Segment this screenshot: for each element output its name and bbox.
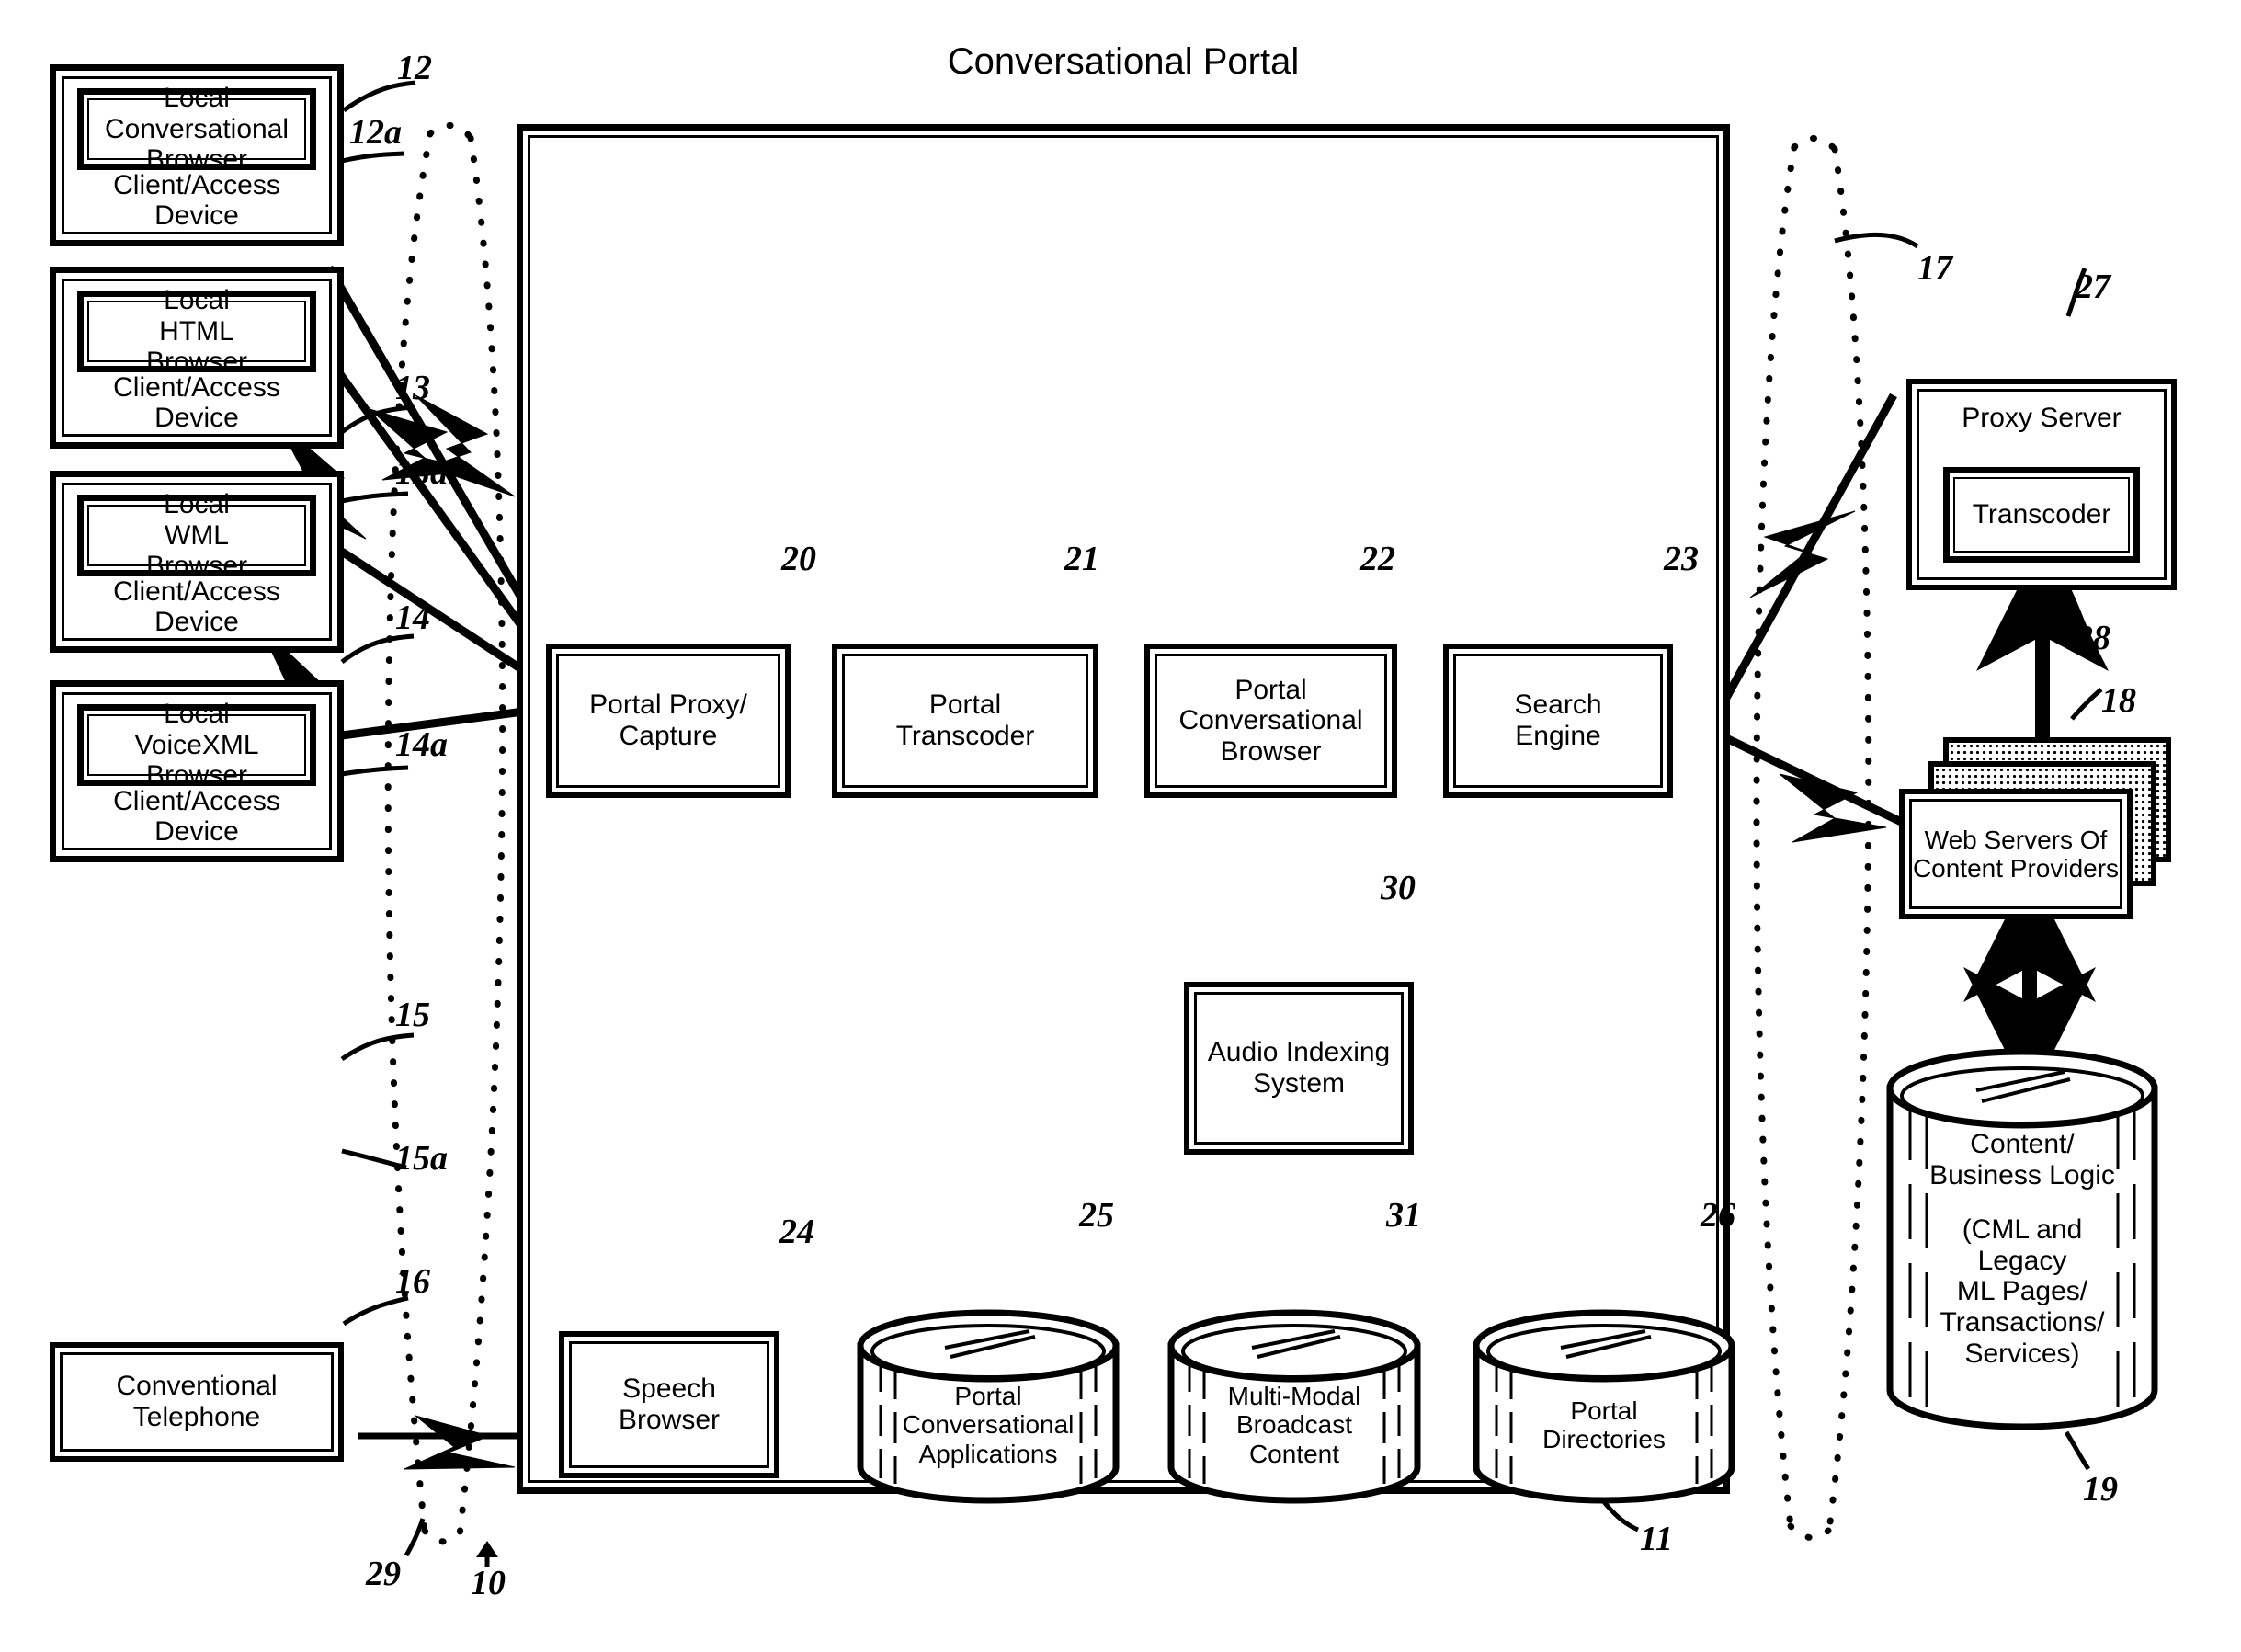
portal-conversational-browser-label: Portal Conversational Browser — [1178, 674, 1363, 767]
local-wml-browser[interactable]: Local WML Browser — [77, 489, 316, 581]
portal-transcoder-block[interactable]: Portal Transcoder — [832, 644, 1098, 798]
content-business-logic-db[interactable]: Content/ Business Logic (CML and Legacy … — [1884, 1048, 2160, 1434]
ref-16: 16 — [395, 1262, 430, 1301]
speech-browser-block[interactable]: Speech Browser — [559, 1331, 779, 1478]
content-store-line5: Transactions/ — [1940, 1306, 2105, 1338]
web-servers-label: Web Servers Of Content Providers — [1912, 825, 2120, 883]
client-device-voicexml[interactable]: Local VoiceXML Browser Client/Access Device — [50, 680, 344, 862]
proxy-server-label: Proxy Server — [1962, 403, 2122, 433]
ref-10: 10 — [471, 1564, 506, 1602]
transcoder-label: Transcoder — [1972, 499, 2111, 530]
ref-28: 28 — [2076, 619, 2110, 657]
rf-link-proxy-server — [1717, 393, 1897, 711]
content-store-line1: Content/ — [1970, 1129, 2075, 1159]
ref-17: 17 — [1917, 249, 1952, 288]
conversational-portal-frame — [517, 124, 1730, 1494]
ref-25: 25 — [1079, 1196, 1114, 1235]
ref-13a: 13a — [395, 453, 448, 492]
ref-18: 18 — [2101, 681, 2136, 720]
ref-15a: 15a — [395, 1139, 448, 1178]
local-voicexml-browser[interactable]: Local VoiceXML Browser — [77, 699, 316, 791]
client-access-device-label: Client/Access Device — [113, 371, 280, 434]
portal-transcoder-label: Portal Transcoder — [895, 689, 1035, 751]
ref-12: 12 — [397, 49, 432, 87]
proxy-server-block[interactable]: Proxy Server Transcoder — [1906, 379, 2177, 590]
portal-title: Conversational Portal — [947, 41, 1300, 82]
portal-directories-db[interactable]: Portal Directories — [1471, 1309, 1737, 1504]
figure-canvas: Local Conversational Browser Client/Access… — [0, 0, 2241, 1652]
db-label: Multi-Modal Broadcast Content — [1227, 1381, 1361, 1468]
ref-12a: 12a — [349, 113, 402, 152]
browser-label: Local HTML Browser — [145, 285, 248, 378]
content-store-line3: (CML and Legacy — [1962, 1214, 2083, 1276]
client-access-device-label: Client/Access Device — [113, 785, 280, 848]
client-device-wml[interactable]: Local WML Browser Client/Access Device — [50, 471, 344, 653]
client-network-ellipse — [384, 122, 506, 1545]
portal-conversational-browser-block[interactable]: Portal Conversational Browser — [1144, 644, 1397, 798]
portal-proxy-capture-label: Portal Proxy/Capture — [589, 689, 747, 751]
speech-browser-label: Speech Browser — [618, 1373, 721, 1435]
browser-label: Local Conversational Browser — [104, 83, 290, 176]
db-label: Portal Conversational Applications — [902, 1381, 1075, 1468]
ref-21: 21 — [1064, 540, 1099, 578]
ref-30: 30 — [1381, 869, 1416, 907]
content-store-line2: Business Logic — [1929, 1159, 2115, 1191]
audio-indexing-system-block[interactable]: Audio Indexing System — [1184, 982, 1414, 1155]
ref-23: 23 — [1664, 540, 1699, 578]
browser-label: Local VoiceXML Browser — [134, 699, 259, 792]
search-engine-label: Search Engine — [1514, 689, 1602, 751]
ref-27: 27 — [2076, 268, 2110, 306]
search-engine-block[interactable]: Search Engine — [1443, 644, 1673, 798]
ref-26: 26 — [1701, 1196, 1735, 1235]
content-network-ellipse — [1753, 135, 1872, 1541]
content-store-line4: ML Pages/ — [1956, 1276, 2088, 1307]
portal-conversational-applications-db[interactable]: Portal Conversational Applications — [855, 1309, 1121, 1504]
local-conversational-browser[interactable]: Local Conversational Browser — [77, 83, 316, 175]
ref-14: 14 — [395, 598, 430, 637]
browser-label: Local WML Browser — [145, 489, 248, 582]
client-device-html[interactable]: Local HTML Browser Client/Access Device — [50, 267, 344, 449]
db-label: Portal Directories — [1542, 1396, 1666, 1453]
client-access-device-label: Client/Access Device — [113, 575, 280, 638]
ref-29: 29 — [366, 1555, 401, 1593]
transcoder-block[interactable]: Transcoder — [1943, 467, 2140, 563]
ref-14a: 14a — [395, 725, 448, 764]
multimodal-broadcast-content-db[interactable]: Multi-Modal Broadcast Content — [1166, 1309, 1423, 1504]
ref-11: 11 — [1640, 1520, 1673, 1558]
client-access-device-label: Client/Access Device — [113, 169, 280, 232]
web-servers-of-content-providers-block[interactable]: Web Servers Of Content Providers — [1899, 789, 2133, 919]
portal-proxy-capture-block[interactable]: Portal Proxy/Capture — [546, 644, 791, 798]
ref-20: 20 — [781, 540, 816, 578]
ref-24: 24 — [779, 1213, 814, 1251]
local-html-browser[interactable]: Local HTML Browser — [77, 285, 316, 377]
ref-22: 22 — [1360, 540, 1395, 578]
conventional-telephone[interactable]: Conventional Telephone — [50, 1342, 344, 1462]
conventional-telephone-label: Conventional Telephone — [116, 1371, 278, 1432]
ref-15: 15 — [395, 996, 430, 1034]
ref-19: 19 — [2083, 1470, 2118, 1509]
audio-indexing-system-label: Audio Indexing System — [1207, 1037, 1391, 1099]
content-store-line6: Services) — [1964, 1338, 2080, 1369]
ref-31: 31 — [1386, 1196, 1421, 1235]
client-device-conversational[interactable]: Local Conversational Browser Client/Access… — [50, 64, 344, 246]
ref-13: 13 — [395, 369, 430, 407]
